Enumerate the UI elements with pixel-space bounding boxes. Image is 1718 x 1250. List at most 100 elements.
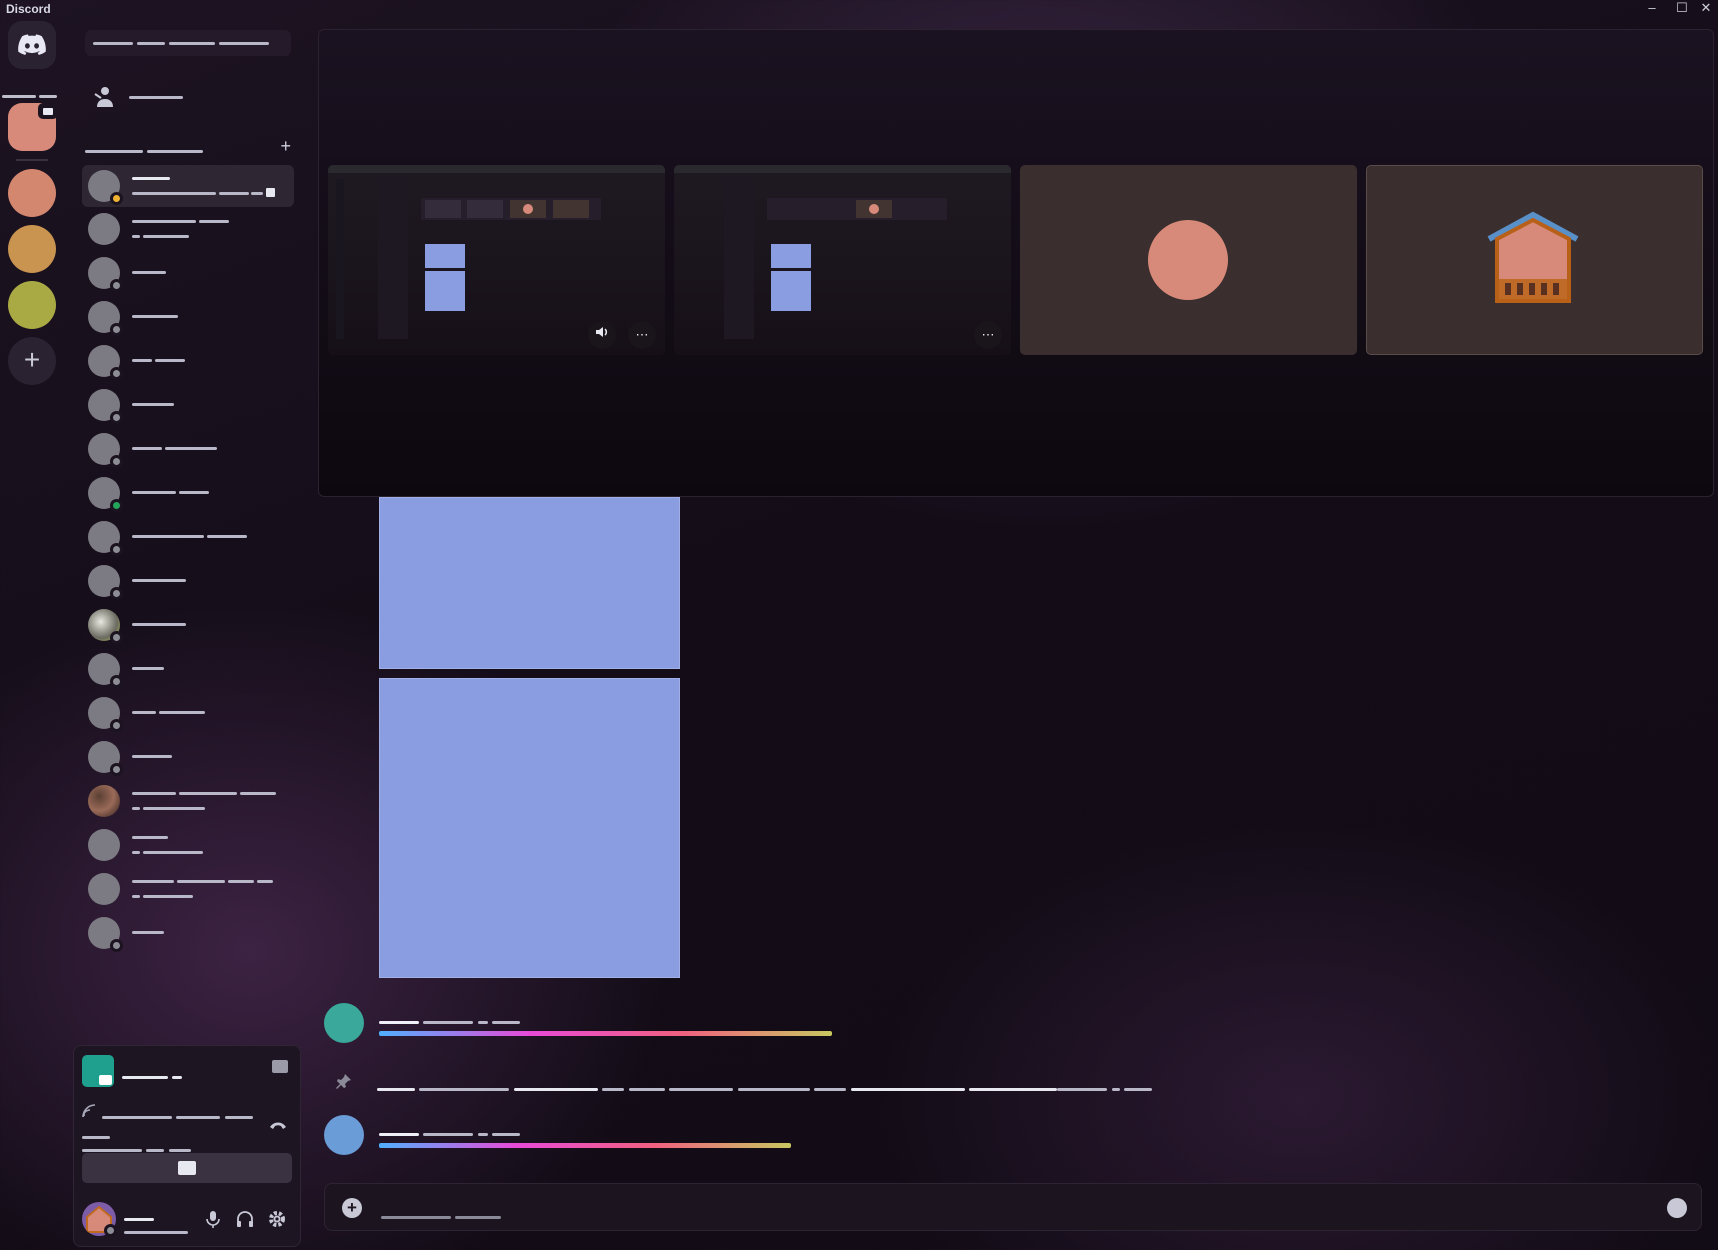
title-bar: Discord – ☐ ✕ [0,0,1718,18]
message-composer[interactable]: + [324,1183,1702,1231]
dm-item[interactable] [82,736,294,778]
message-avatar[interactable] [324,1115,364,1155]
emoji-button-icon[interactable] [1667,1198,1687,1218]
dm-item[interactable] [82,604,294,646]
attach-plus-button[interactable]: + [342,1198,362,1218]
dm-name [132,353,186,365]
dm-name [132,573,186,585]
volume-speaker-icon[interactable] [588,321,616,349]
stream-preview [328,165,665,355]
screen-icon [178,1161,196,1175]
dm-name [132,661,164,673]
search-input[interactable] [85,30,291,56]
dm-item[interactable] [82,780,294,822]
call-title [122,1066,183,1084]
dm-item[interactable] [82,208,294,250]
stream-preview [674,165,1011,355]
dm-item[interactable] [82,648,294,690]
dm-status-text [132,846,203,856]
image-attachment[interactable] [379,678,680,978]
server-icon[interactable] [8,169,56,217]
rail-divider [2,85,60,98]
dm-item[interactable] [82,472,294,514]
dm-name [132,265,166,277]
dm-item[interactable] [82,340,294,382]
settings-gear-icon[interactable] [268,1210,286,1228]
microphone-icon[interactable] [206,1210,220,1228]
status-offline-icon [110,631,123,644]
message-body [379,1031,832,1036]
status-offline-icon [110,719,123,732]
dm-item[interactable] [82,692,294,734]
add-dm-button[interactable]: + [280,136,291,157]
avatar [88,873,120,905]
status-idle-icon [110,192,123,205]
dm-item[interactable] [82,296,294,338]
headphones-icon[interactable] [236,1210,254,1228]
status-offline-icon [110,279,123,292]
dm-item[interactable] [82,824,294,866]
status-offline-icon [110,543,123,556]
message-avatar[interactable] [324,1003,364,1043]
voice-call-panel [73,1045,301,1247]
home-button[interactable] [8,21,56,69]
dm-item[interactable] [82,560,294,602]
minimize-button[interactable]: – [1638,0,1666,16]
screen-share-badge-icon [38,103,58,119]
dm-item[interactable] [82,868,294,910]
stop-screen-share-button[interactable] [82,1153,292,1183]
dm-status-text [132,890,193,900]
dm-item[interactable] [82,912,294,954]
connection-status [102,1106,253,1124]
user-panel [74,1196,302,1248]
dm-name [132,874,274,886]
message-input-placeholder[interactable] [381,1206,502,1224]
dm-name [132,485,210,497]
stream-tile[interactable]: ⋯ [328,165,665,355]
friends-nav-item[interactable] [85,80,295,114]
status-offline-icon [110,675,123,688]
dm-name [132,441,218,453]
user-status [124,1221,188,1239]
avatar [88,213,120,245]
pin-icon [336,1074,351,1089]
dm-item[interactable] [82,516,294,558]
status-offline-icon [110,763,123,776]
dm-status-text [132,802,205,812]
app-title: Discord [6,2,51,16]
dm-item[interactable] [82,428,294,470]
status-online-icon [110,499,123,512]
disconnect-icon[interactable] [268,1118,288,1130]
dm-status-text [132,187,275,198]
dm-name [132,529,248,541]
dm-name [132,749,172,761]
status-offline-icon [110,587,123,600]
participant-tile[interactable] [1020,165,1357,355]
status-offline-icon [104,1224,117,1237]
dm-name [132,397,174,409]
dm-item[interactable] [82,165,294,207]
dm-name [132,617,186,629]
more-options-button[interactable]: ⋯ [628,321,656,349]
participant-avatar [1148,220,1228,300]
close-button[interactable]: ✕ [1692,0,1718,16]
dm-name [132,309,178,321]
dm-item[interactable] [82,384,294,426]
message-body [379,1143,791,1148]
connection-icon [82,1104,96,1118]
participant-tile[interactable] [1366,165,1703,355]
stop-stream-icon[interactable] [272,1060,288,1073]
dm-status-text [132,230,189,240]
add-server-button[interactable]: + [8,337,56,385]
server-icon[interactable] [8,281,56,329]
stream-tile[interactable]: ⋯ [674,165,1011,355]
discord-logo-icon [18,34,46,55]
more-options-button[interactable]: ⋯ [974,321,1002,349]
dm-item[interactable] [82,252,294,294]
message-header [379,1011,521,1029]
screen-share-icon [82,1055,114,1087]
server-icon[interactable] [8,225,56,273]
direct-messages-header: + [85,136,295,156]
message-header [379,1123,521,1141]
image-attachment[interactable] [379,497,680,669]
